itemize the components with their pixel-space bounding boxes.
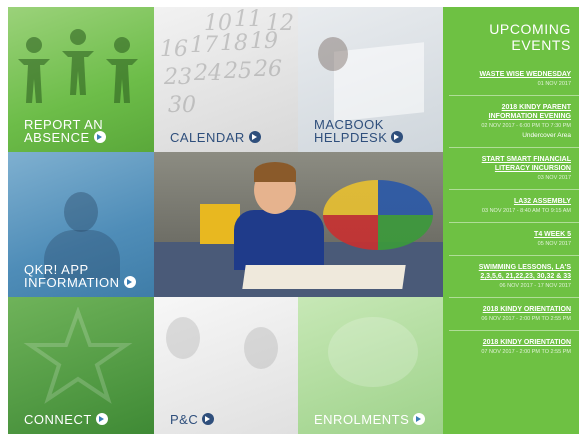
- event-date: 05 NOV 2017: [537, 241, 571, 247]
- event-title-link[interactable]: START SMART FINANCIAL LITERACY INCURSION: [457, 155, 571, 173]
- connect-tile[interactable]: CONNECT: [8, 297, 154, 434]
- macbook-helpdesk-label-line2: HELPDESK: [314, 130, 388, 145]
- macbook-helpdesk-tile[interactable]: MACBOOK HELPDESK: [298, 7, 443, 152]
- report-absence-label-line2: ABSENCE: [24, 130, 90, 145]
- arrow-circle-right-icon: [123, 276, 136, 288]
- event-date: 06 NOV 2017 - 17 NOV 2017: [499, 283, 571, 289]
- tile-grid: REPORT AN ABSENCE 10 11 12 16 17 18 19 23 24 25 26…: [8, 7, 443, 434]
- event-item: 2018 KINDY ORIENTATION 07 NOV 2017 - 2:00…: [449, 330, 579, 363]
- calendar-number: 16: [160, 37, 188, 62]
- arrow-circle-right-icon: [95, 413, 108, 425]
- calendar-number: 26: [254, 57, 282, 82]
- upcoming-events-heading-line1: UPCOMING: [489, 21, 571, 37]
- event-date: 03 NOV 2017: [537, 175, 571, 181]
- arrow-circle-right-icon: [248, 131, 261, 143]
- upcoming-events-heading: UPCOMING EVENTS: [443, 7, 579, 63]
- photo-cushion: [323, 180, 433, 250]
- paper-kid-icon: [18, 37, 50, 103]
- event-title-link[interactable]: T4 WEEK 5: [457, 230, 571, 239]
- event-item: T4 WEEK 5 05 NOV 2017: [449, 222, 579, 255]
- enrolments-tile[interactable]: ENROLMENTS: [298, 297, 443, 434]
- event-title-link[interactable]: LA32 ASSEMBLY: [457, 197, 571, 206]
- event-title-link[interactable]: WASTE WISE WEDNESDAY: [457, 70, 571, 79]
- teacher-head: [64, 192, 98, 232]
- report-absence-label: REPORT AN ABSENCE: [24, 118, 106, 144]
- calendar-number: 23: [164, 65, 192, 90]
- student-head: [318, 37, 348, 71]
- upcoming-events-heading-line2: EVENTS: [511, 37, 571, 53]
- photo-kid-shirt: [234, 210, 324, 270]
- report-absence-tile[interactable]: REPORT AN ABSENCE: [8, 7, 154, 152]
- pc-label-text: P&C: [170, 412, 199, 427]
- calendar-number: 19: [250, 29, 278, 54]
- event-item: WASTE WISE WEDNESDAY 01 NOV 2017: [449, 63, 579, 95]
- enrolments-label-text: ENROLMENTS: [314, 412, 410, 427]
- arrow-circle-right-icon: [391, 131, 404, 143]
- photo-book: [242, 265, 406, 289]
- connect-label: CONNECT: [24, 413, 108, 426]
- arrow-circle-right-icon: [413, 413, 426, 425]
- star-pattern-icon: [23, 307, 133, 404]
- paper-kid-icon: [106, 37, 138, 103]
- calendar-label: CALENDAR: [170, 131, 261, 144]
- event-date: 03 NOV 2017 - 8:40 AM TO 9:15 AM: [481, 208, 571, 214]
- qkr-app-tile[interactable]: QKR! APP INFORMATION: [8, 152, 154, 297]
- student-photo: [154, 152, 443, 297]
- calendar-number: 24: [194, 61, 222, 86]
- photo-kid-hair: [254, 162, 296, 182]
- event-item: START SMART FINANCIAL LITERACY INCURSION…: [449, 147, 579, 189]
- event-item: 2018 KINDY ORIENTATION 06 NOV 2017 - 2:00…: [449, 297, 579, 330]
- event-item: 2018 KINDY PARENT INFORMATION EVENING 02 …: [449, 95, 579, 147]
- enrolments-label: ENROLMENTS: [314, 412, 426, 427]
- paper-kid-icon: [62, 29, 94, 95]
- parent-head: [244, 327, 278, 369]
- calendar-number: 17: [190, 33, 218, 58]
- arrow-circle-right-icon: [202, 413, 215, 425]
- pc-tile[interactable]: P&C: [154, 297, 298, 434]
- calendar-number: 25: [224, 59, 252, 84]
- qkr-app-label: QKR! APP INFORMATION: [24, 263, 136, 289]
- event-location: Undercover Area: [522, 132, 571, 139]
- event-date: 02 NOV 2017 - 6:00 PM TO 7:30 PM: [481, 123, 571, 129]
- events-list: WASTE WISE WEDNESDAY 01 NOV 2017 2018 KIND…: [443, 63, 579, 363]
- pc-label: P&C: [170, 412, 215, 427]
- qkr-app-label-line2: INFORMATION: [24, 275, 120, 290]
- event-title-link[interactable]: 2018 KINDY PARENT INFORMATION EVENING: [457, 103, 571, 121]
- enrolments-shape: [328, 317, 418, 387]
- event-item: LA32 ASSEMBLY 03 NOV 2017 - 8:40 AM TO 9:…: [449, 189, 579, 222]
- macbook-helpdesk-label: MACBOOK HELPDESK: [314, 118, 404, 145]
- calendar-tile[interactable]: 10 11 12 16 17 18 19 23 24 25 26 30 CALENDAR: [154, 7, 298, 152]
- calendar-label-text: CALENDAR: [170, 130, 245, 145]
- event-date: 07 NOV 2017 - 2:00 PM TO 2:55 PM: [481, 349, 571, 355]
- calendar-number: 30: [168, 93, 196, 118]
- event-title-link[interactable]: 2018 KINDY ORIENTATION: [457, 338, 571, 347]
- event-date: 06 NOV 2017 - 2:00 PM TO 2:55 PM: [481, 316, 571, 322]
- event-date: 01 NOV 2017: [537, 81, 571, 87]
- event-title-link[interactable]: 2018 KINDY ORIENTATION: [457, 305, 571, 314]
- arrow-circle-right-icon: [93, 131, 106, 143]
- upcoming-events-sidebar: UPCOMING EVENTS WASTE WISE WEDNESDAY 01 N…: [443, 7, 579, 434]
- connect-label-text: CONNECT: [24, 412, 92, 427]
- event-title-link[interactable]: SWIMMING LESSONS, LA'S 2,3,5,6, 21,22,23…: [457, 263, 571, 281]
- event-item: SWIMMING LESSONS, LA'S 2,3,5,6, 21,22,23…: [449, 255, 579, 297]
- parent-head: [166, 317, 200, 359]
- calendar-number: 18: [220, 31, 248, 56]
